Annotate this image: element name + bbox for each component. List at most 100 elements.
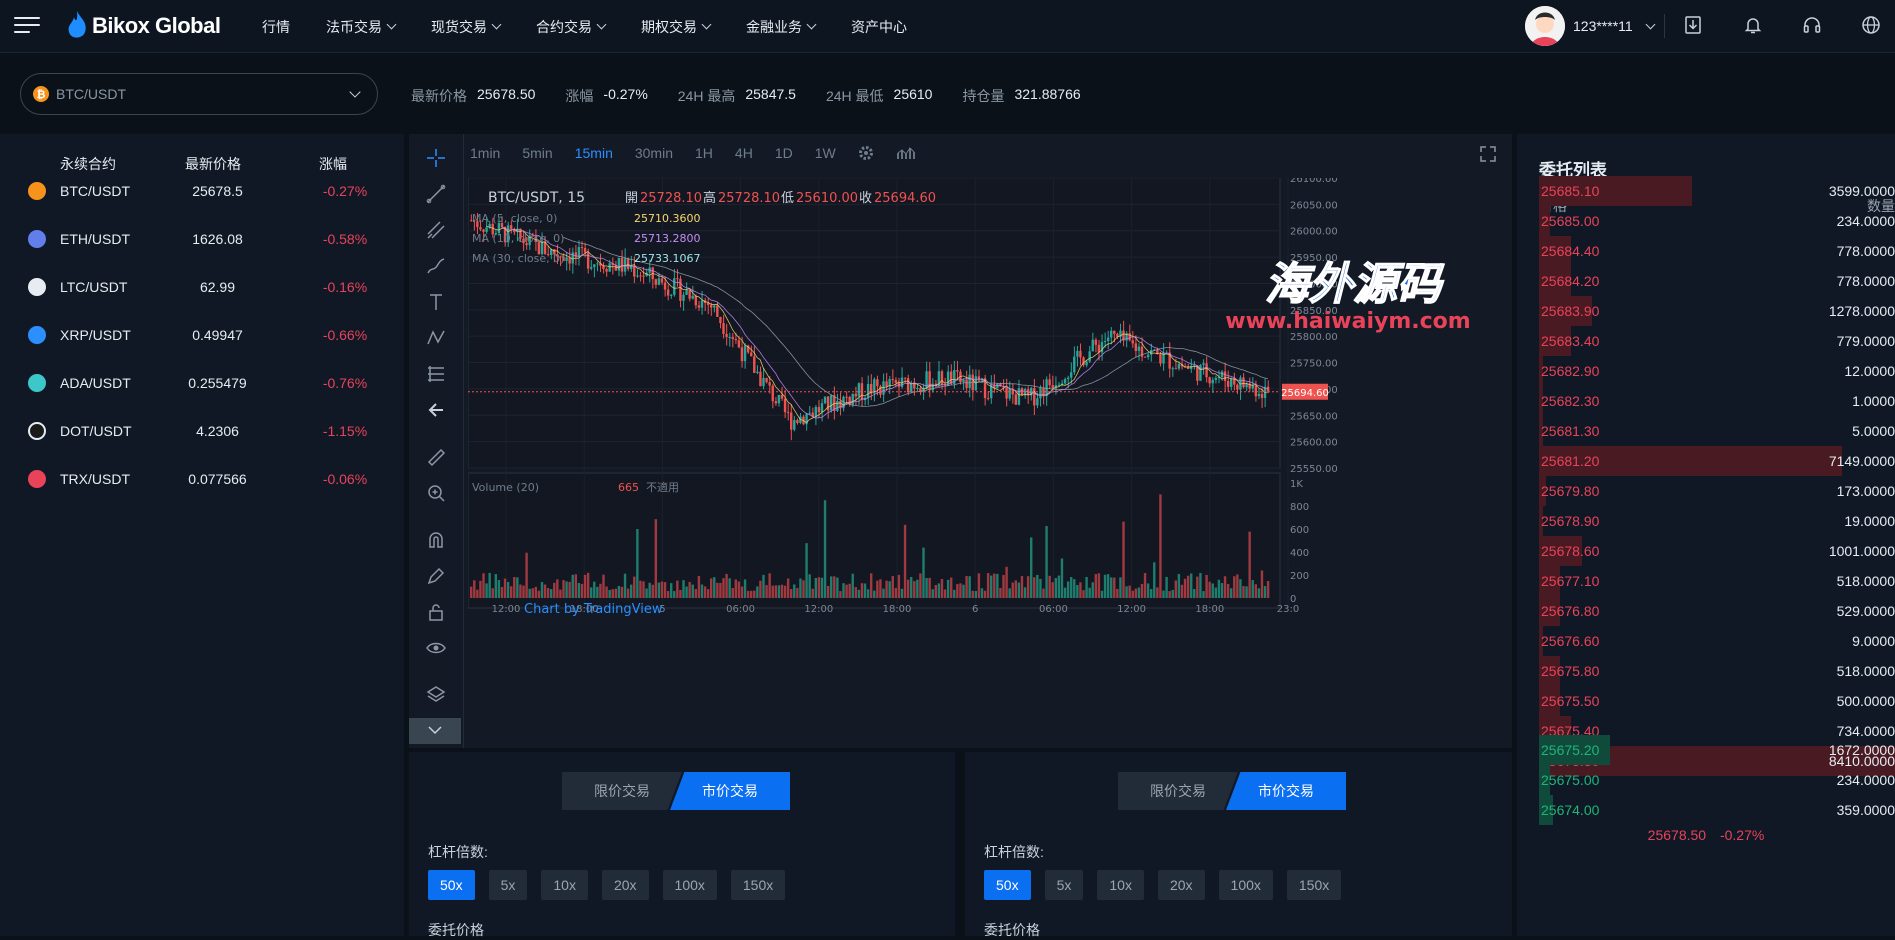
candle-body [713,305,716,308]
channel-icon[interactable] [421,217,451,243]
tradingview-watermark[interactable]: Chart by TradingView [524,602,663,617]
ask-row[interactable]: 25682.90 12.0000 [1539,356,1895,386]
ask-row[interactable]: 25683.40 779.0000 [1539,326,1895,356]
tab-market-order[interactable]: 市价交易 [670,772,790,810]
leverage-option[interactable]: 150x [1286,870,1342,900]
market-row[interactable]: ADA/USDT 0.255479 -0.76% [0,359,404,407]
market-row[interactable]: TRX/USDT 0.077566 -0.06% [0,455,404,503]
ma-legend-label[interactable]: MA (30, close, 0) [472,252,564,265]
collapse-toolbar-icon[interactable] [409,718,461,744]
leverage-option[interactable]: 20x [601,870,649,900]
nav-item[interactable]: 资产中心 [851,17,907,37]
ask-row[interactable]: 25683.90 1278.0000 [1539,296,1895,326]
market-row[interactable]: XRP/USDT 0.49947 -0.66% [0,311,404,359]
leverage-option[interactable]: 50x [984,870,1031,900]
logo[interactable]: Bikox Global [66,8,221,44]
ask-row[interactable]: 25684.40 778.0000 [1539,236,1895,266]
nav-item[interactable]: 合约交易 [536,17,607,37]
volume-bar [977,573,981,598]
eye-icon[interactable] [421,635,451,661]
ruler-icon[interactable] [421,444,451,470]
leverage-option[interactable]: 100x [662,870,717,900]
nav-item[interactable]: 期权交易 [641,17,712,37]
interval-option[interactable]: 1min [470,145,500,164]
chevron-down-icon [1645,19,1656,29]
menu-icon[interactable] [14,12,40,38]
volume-bar [842,583,845,598]
globe-icon[interactable] [1858,12,1884,38]
leverage-option[interactable]: 10x [541,870,588,900]
trend-line-icon[interactable] [421,181,451,207]
ask-row[interactable]: 25684.20 778.0000 [1539,266,1895,296]
leverage-option[interactable]: 10x [1097,870,1144,900]
interval-option[interactable]: 1W [815,145,836,164]
leverage-option[interactable]: 100x [1218,870,1273,900]
ma-legend-label[interactable]: MA (5, close, 0) [472,212,557,225]
headset-icon[interactable] [1799,12,1825,38]
ask-row[interactable]: 25675.80 518.0000 [1539,656,1895,686]
ask-row[interactable]: 25681.20 7149.0000 [1539,446,1895,476]
settings-gear-icon[interactable] [858,145,874,164]
ask-row[interactable]: 25682.30 1.0000 [1539,386,1895,416]
interval-option[interactable]: 1D [775,145,793,164]
ask-row[interactable]: 25685.00 234.0000 [1539,206,1895,236]
interval-option[interactable]: 15min [575,145,613,164]
zoom-in-icon[interactable] [421,480,451,506]
ask-row[interactable]: 25676.80 529.0000 [1539,596,1895,626]
ask-row[interactable]: 25681.30 5.0000 [1539,416,1895,446]
leverage-option[interactable]: 20x [1157,870,1205,900]
interval-option[interactable]: 4H [735,145,753,164]
ask-row[interactable]: 25678.60 1001.0000 [1539,536,1895,566]
magnet-icon[interactable] [421,527,451,553]
market-row[interactable]: ETH/USDT 1626.08 -0.58% [0,215,404,263]
bid-row[interactable]: 25675.00 234.0000 [1539,765,1895,795]
crosshair-icon[interactable] [421,145,451,171]
candle-body [786,412,790,414]
leverage-option[interactable]: 50x [428,870,475,900]
pencil-lock-icon[interactable] [421,563,451,589]
leverage-option[interactable]: 5x [1044,870,1084,900]
nav-item[interactable]: 法币交易 [326,17,397,37]
chart-legend-symbol[interactable]: BTC/USDT, 15 [488,190,585,206]
ask-row[interactable]: 25676.60 9.0000 [1539,626,1895,656]
brush-icon[interactable] [421,253,451,279]
ma-legend-label[interactable]: MA (10, close, 0) [472,232,564,245]
candle-body [1137,346,1141,351]
user-menu[interactable]: 123****11 [1525,6,1656,46]
ask-row[interactable]: 25677.10 518.0000 [1539,566,1895,596]
pattern-icon[interactable] [421,325,451,351]
market-row[interactable]: LTC/USDT 62.99 -0.16% [0,263,404,311]
market-row[interactable]: DOT/USDT 4.2306 -1.15% [0,407,404,455]
text-tool-icon[interactable] [421,289,451,315]
avatar[interactable] [1525,6,1565,46]
leverage-option[interactable]: 5x [488,870,528,900]
nav-item[interactable]: 金融业务 [746,17,817,37]
indicators-icon[interactable] [896,145,916,164]
leverage-option[interactable]: 150x [730,870,786,900]
ask-row[interactable]: 25675.50 500.0000 [1539,686,1895,716]
market-row[interactable]: BTC/USDT 25678.5 -0.27% [0,167,404,215]
tab-limit-order[interactable]: 限价交易 [562,772,682,810]
candle-body [731,336,734,340]
fullscreen-icon[interactable] [1478,144,1498,169]
tab-limit-order[interactable]: 限价交易 [1118,772,1238,810]
bid-row[interactable]: 25674.00 359.0000 [1539,795,1895,825]
ask-row[interactable]: 25678.90 19.0000 [1539,506,1895,536]
interval-option[interactable]: 5min [522,145,552,164]
arrow-left-icon[interactable] [421,397,451,423]
bell-icon[interactable] [1740,12,1766,38]
download-icon[interactable] [1680,12,1706,38]
layers-icon[interactable] [421,682,451,708]
interval-option[interactable]: 30min [635,145,673,164]
fib-icon[interactable] [421,361,451,387]
tab-market-order[interactable]: 市价交易 [1226,772,1346,810]
lock-icon[interactable] [421,599,451,625]
volume-legend-label[interactable]: Volume (20) [472,481,539,494]
bid-row[interactable]: 25675.20 1672.0000 [1539,735,1895,765]
nav-item[interactable]: 现货交易 [431,17,502,37]
interval-option[interactable]: 1H [695,145,713,164]
pair-selector[interactable]: ₿ BTC/USDT [20,73,378,115]
nav-item[interactable]: 行情 [262,17,290,37]
ask-row[interactable]: 25679.80 173.0000 [1539,476,1895,506]
ask-row[interactable]: 25685.10 3599.0000 [1539,176,1895,206]
